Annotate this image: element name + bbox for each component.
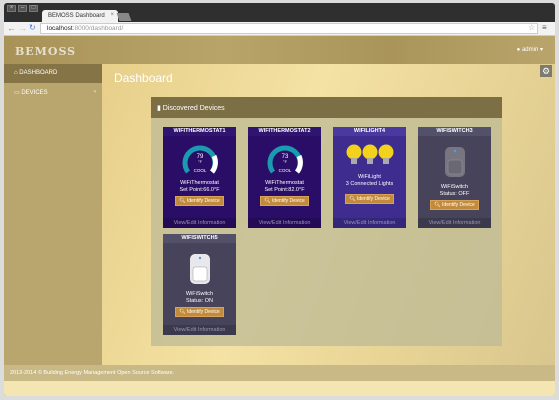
- user-name: admin: [521, 47, 539, 53]
- window-controls: × – □: [7, 5, 38, 12]
- device-type: WiFiSwitch: [440, 184, 469, 190]
- device-status: 3 Connected Lights: [345, 181, 394, 187]
- device-card: WIFISWITCH3 WiFiSwitch Status: OFF 🔍︎ Id…: [418, 127, 491, 228]
- search-icon: 🔍︎: [179, 198, 187, 204]
- footer: 2013-2014 © Building Energy Management O…: [4, 365, 555, 381]
- address-bar[interactable]: localhost:8000/dashboard/: [40, 23, 538, 34]
- chevron-left-icon: ‹: [94, 89, 96, 95]
- minimize-window-button[interactable]: –: [18, 5, 27, 12]
- device-status: Status: ON: [186, 298, 213, 304]
- thermostat-mode: COOL: [193, 168, 206, 173]
- browser-window: × – □ BEMOSS Dashboard × ← → ↻ localhost:80…: [4, 3, 555, 396]
- device-type: WiFiThermostat: [180, 180, 219, 186]
- url-host: localhost: [47, 25, 73, 32]
- identify-label: Identify Device: [271, 198, 305, 204]
- url-path: :8000/dashboard/: [72, 25, 124, 32]
- identify-device-button[interactable]: 🔍︎ Identify Device: [345, 194, 394, 204]
- device-name: WIFISWITCH3: [418, 127, 491, 136]
- identify-device-button[interactable]: 🔍︎ Identify Device: [430, 200, 479, 210]
- device-type: WiFiLight: [358, 174, 381, 180]
- main-content: Dashboard ⚙ ▮ Discovered Devices WIFITHE…: [102, 64, 555, 365]
- tab-title: BEMOSS Dashboard: [48, 13, 105, 19]
- device-card: WIFISWITCH5 WiFiSwitch Status: ON 🔍︎ Ide…: [163, 234, 236, 335]
- device-status: Set Point:82.0°F: [264, 187, 305, 193]
- light-bulbs-icon: [333, 144, 406, 168]
- identify-device-button[interactable]: 🔍︎ Identify Device: [175, 196, 224, 206]
- view-edit-link[interactable]: View/Edit Information: [333, 218, 406, 228]
- sidebar: ⌂ DASHBOARD ▭ DEVICES ‹: [4, 64, 102, 365]
- new-tab-button[interactable]: [116, 13, 132, 21]
- view-edit-link[interactable]: View/Edit Information: [163, 325, 236, 335]
- search-icon: 🔍︎: [264, 198, 272, 204]
- device-name: WIFITHERMOSTAT1: [163, 127, 236, 136]
- identify-device-button[interactable]: 🔍︎ Identify Device: [260, 196, 309, 206]
- search-icon: 🔍︎: [179, 309, 187, 315]
- view-edit-link[interactable]: View/Edit Information: [163, 218, 236, 228]
- thermostat-mode: COOL: [278, 168, 291, 173]
- device-card: WIFITHERMOSTAT1 79 °F COOL WiFiThermostat S…: [163, 127, 236, 228]
- smart-plug-icon: [444, 147, 465, 177]
- gear-icon[interactable]: ⚙: [540, 65, 552, 77]
- forward-icon[interactable]: →: [18, 23, 27, 33]
- panel-header: ▮ Discovered Devices: [151, 97, 502, 118]
- device-type: WiFiSwitch: [185, 291, 214, 297]
- smart-plug-icon: [189, 254, 210, 284]
- temperature-unit: °F: [197, 159, 202, 164]
- device-type: WiFiThermostat: [265, 180, 304, 186]
- browser-toolbar: ← → ↻ localhost:8000/dashboard/ ☆ ≡: [4, 22, 555, 36]
- user-menu[interactable]: ● admin ▾: [517, 46, 543, 53]
- page-title: Dashboard: [114, 71, 173, 85]
- sidebar-item-label: DEVICES: [21, 90, 48, 96]
- sidebar-item-dashboard[interactable]: ⌂ DASHBOARD: [4, 64, 102, 83]
- device-name: WIFISWITCH5: [163, 234, 236, 243]
- thermostat-gauge: 79°FCOOL: [182, 145, 218, 174]
- bottom-area: [4, 381, 555, 396]
- device-status: Set Point:66.0°F: [179, 187, 220, 193]
- device-name: WIFILIGHT4: [333, 127, 406, 136]
- discovered-devices-panel: ▮ Discovered Devices WIFITHERMOSTAT1 79 °F…: [151, 97, 502, 346]
- view-edit-link[interactable]: View/Edit Information: [418, 218, 491, 228]
- reload-icon[interactable]: ↻: [29, 23, 36, 32]
- identify-device-button[interactable]: 🔍︎ Identify Device: [175, 307, 224, 317]
- thermostat-gauge: 73°FCOOL: [267, 145, 303, 174]
- view-edit-link[interactable]: View/Edit Information: [248, 218, 321, 228]
- tab-close-icon[interactable]: ×: [110, 12, 114, 18]
- app: BEMOSS ● admin ▾ ⌂ DASHBOARD ▭ DEVICES ‹ …: [4, 36, 555, 396]
- identify-label: Identify Device: [441, 202, 475, 208]
- close-window-button[interactable]: ×: [7, 5, 16, 12]
- device-card: WIFILIGHT4 WiFiLight 3 Connected Lights …: [333, 127, 406, 228]
- app-header: BEMOSS ● admin ▾: [4, 36, 555, 64]
- identify-label: Identify Device: [186, 198, 220, 204]
- device-card: WIFITHERMOSTAT2 73 °F COOL WiFiThermostat S…: [248, 127, 321, 228]
- maximize-window-button[interactable]: □: [29, 5, 38, 12]
- device-name: WIFITHERMOSTAT2: [248, 127, 321, 136]
- search-icon: 🔍︎: [434, 202, 442, 208]
- identify-label: Identify Device: [186, 309, 220, 315]
- identify-label: Identify Device: [356, 196, 390, 202]
- panel-title: Discovered Devices: [162, 105, 225, 112]
- device-status: Status: OFF: [439, 191, 470, 197]
- temperature-unit: °F: [282, 159, 287, 164]
- bookmark-star-icon[interactable]: ☆: [528, 23, 535, 32]
- sidebar-item-devices[interactable]: ▭ DEVICES ‹: [4, 83, 102, 102]
- search-icon: 🔍︎: [349, 196, 357, 202]
- sidebar-item-label: DASHBOARD: [19, 70, 58, 76]
- back-icon[interactable]: ←: [7, 23, 16, 33]
- browser-tab[interactable]: BEMOSS Dashboard ×: [42, 10, 118, 22]
- menu-icon[interactable]: ≡: [542, 23, 547, 32]
- logo: BEMOSS: [15, 45, 77, 58]
